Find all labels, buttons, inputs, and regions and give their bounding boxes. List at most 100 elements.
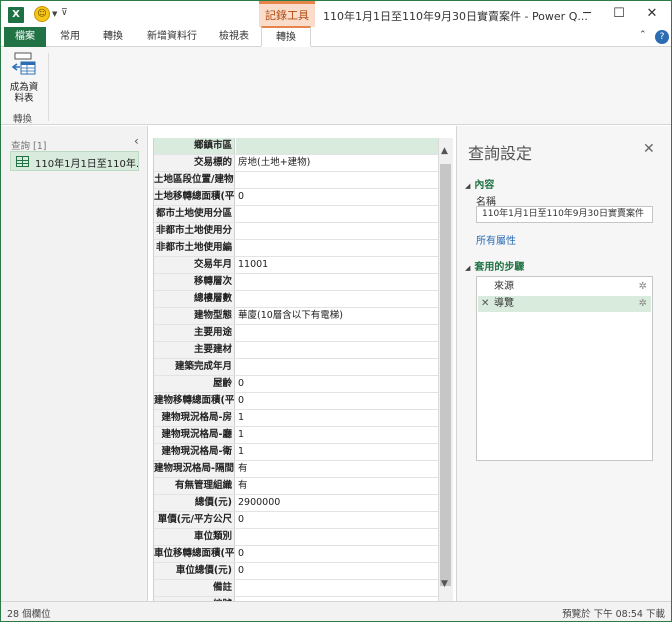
field-value-cell[interactable] (236, 274, 438, 290)
field-value-cell[interactable]: 0 (236, 546, 438, 562)
field-value-cell[interactable] (236, 342, 438, 358)
table-row[interactable]: 建築完成年月 (154, 359, 438, 376)
table-row[interactable]: 車位類別 (154, 529, 438, 546)
step-navigation[interactable]: ✕ 導覽 ✲ (478, 296, 651, 312)
customize-toolbar-icon[interactable]: ⊽ (61, 8, 68, 18)
table-row[interactable]: 總樓層數 (154, 291, 438, 308)
gear-icon[interactable]: ✲ (639, 296, 647, 312)
field-value-cell[interactable] (236, 291, 438, 307)
field-value-cell[interactable]: 有 (236, 461, 438, 477)
gear-icon[interactable]: ✲ (639, 279, 647, 295)
field-value-cell[interactable]: 1 (236, 410, 438, 426)
properties-section[interactable]: ◢ 內容 (465, 176, 494, 191)
settings-title: 查詢設定 (468, 144, 533, 163)
field-value-cell[interactable] (236, 359, 438, 375)
field-value-cell[interactable] (236, 580, 438, 596)
maximize-icon[interactable]: ☐ (608, 5, 630, 23)
properties-section-label: 內容 (474, 180, 495, 191)
field-value-cell[interactable]: 華廈(10層含以下有電梯) (236, 308, 438, 324)
table-row[interactable]: 建物現況格局-隔間有 (154, 461, 438, 478)
step-source[interactable]: 來源 ✲ (478, 279, 651, 295)
query-name-field[interactable]: 110年1月1日至110年9月30日實賣案件 (476, 206, 653, 223)
applied-steps-section[interactable]: ◢ 套用的步驟 (465, 258, 524, 273)
applied-steps-list: 來源 ✲ ✕ 導覽 ✲ (476, 276, 653, 461)
table-row[interactable]: 非都市土地使用分 (154, 223, 438, 240)
field-value-cell[interactable] (236, 325, 438, 341)
tab-home[interactable]: 常用 (53, 27, 87, 47)
contextual-tools-label: 記錄工具 (259, 1, 315, 29)
table-row[interactable]: 屋齡 0 (154, 376, 438, 393)
close-icon[interactable]: ✕ (641, 5, 663, 23)
scroll-down-icon[interactable]: ▼ (441, 579, 448, 589)
table-row[interactable]: 主要用途 (154, 325, 438, 342)
field-value-cell[interactable] (236, 529, 438, 545)
table-row[interactable]: 主要建材 (154, 342, 438, 359)
field-value-cell[interactable]: 0 (236, 393, 438, 409)
field-name-cell: 單價(元/平方公尺 (154, 512, 235, 528)
table-row[interactable]: 交易標的 房地(土地+建物) (154, 155, 438, 172)
scroll-up-icon[interactable]: ▲ (441, 146, 448, 156)
collapse-pane-icon[interactable]: ‹ (134, 134, 139, 148)
field-value-cell[interactable]: 0 (236, 189, 438, 205)
field-value-cell[interactable]: 0 (236, 563, 438, 579)
field-value-cell[interactable] (236, 240, 438, 256)
field-value-cell[interactable] (236, 138, 438, 154)
table-row[interactable]: 建物移轉總面積(平 0 (154, 393, 438, 410)
tab-add-column[interactable]: 新增資料行 (139, 27, 205, 47)
table-row[interactable]: 車位總價(元) 0 (154, 563, 438, 580)
chevron-down-icon[interactable]: ▼ (52, 10, 57, 18)
query-list-item[interactable]: 110年1月1日至110年... (10, 151, 139, 171)
table-row[interactable]: 建物型態 華廈(10層含以下有電梯) (154, 308, 438, 325)
table-row[interactable]: 單價(元/平方公尺 0 (154, 512, 438, 529)
table-row[interactable]: 車位移轉總面積(平 0 (154, 546, 438, 563)
field-value-cell[interactable] (236, 223, 438, 239)
table-row[interactable]: 建物現況格局-房 1 (154, 410, 438, 427)
table-row[interactable]: 都市土地使用分區 (154, 206, 438, 223)
field-name-cell: 移轉層次 (154, 274, 235, 290)
status-bar: 28 個欄位 預覽於 下午 08:54 下載 (1, 601, 671, 621)
help-icon[interactable]: ? (655, 30, 669, 44)
field-value-cell[interactable]: 1 (236, 444, 438, 460)
field-name-cell: 建物移轉總面積(平 (154, 393, 235, 409)
smiley-feedback-icon[interactable]: ☺ (34, 6, 50, 22)
scrollbar-thumb[interactable] (440, 164, 451, 586)
field-value-cell[interactable] (236, 172, 438, 188)
field-value-cell[interactable]: 11001 (236, 257, 438, 273)
field-value-cell[interactable]: 0 (236, 376, 438, 392)
convert-to-table-button[interactable]: 成為資 料表 (5, 52, 43, 104)
collapse-ribbon-icon[interactable]: ⌃ (639, 30, 647, 40)
tab-convert[interactable]: 轉換 (261, 26, 311, 47)
table-row[interactable]: 總價(元) 2900000 (154, 495, 438, 512)
table-row[interactable]: 非都市土地使用編 (154, 240, 438, 257)
table-row[interactable]: 建物現況格局-廳 1 (154, 427, 438, 444)
ribbon-group-label: 轉換 (13, 114, 33, 125)
tab-transform[interactable]: 轉換 (93, 27, 133, 47)
field-value-cell[interactable]: 房地(土地+建物) (236, 155, 438, 171)
field-name-cell: 建物現況格局-房 (154, 410, 235, 426)
tab-view[interactable]: 檢視表 (211, 27, 257, 47)
field-name-cell: 車位移轉總面積(平 (154, 546, 235, 562)
close-icon[interactable]: ✕ (643, 141, 655, 157)
field-value-cell[interactable]: 1 (236, 427, 438, 443)
field-name-cell: 鄉鎮市區 (154, 138, 235, 154)
field-value-cell[interactable]: 2900000 (236, 495, 438, 511)
excel-icon[interactable]: X (8, 7, 24, 23)
tab-file[interactable]: 檔案 (4, 27, 46, 47)
table-row[interactable]: 備註 (154, 580, 438, 597)
table-row[interactable]: 移轉層次 (154, 274, 438, 291)
minimize-icon[interactable]: ─ (576, 5, 598, 23)
table-row[interactable]: 土地移轉總面積(平 0 (154, 189, 438, 206)
field-value-cell[interactable]: 0 (236, 512, 438, 528)
field-value-cell[interactable]: 有 (236, 478, 438, 494)
table-row[interactable]: 有無管理組織有 (154, 478, 438, 495)
record-grid: 鄉鎮市區 交易標的 房地(土地+建物) 土地區段位置/建物 土地移轉總面積(平 0 都市土地… (153, 138, 438, 601)
table-row[interactable]: 鄉鎮市區 (154, 138, 438, 155)
table-row[interactable]: 交易年月 11001 (154, 257, 438, 274)
all-properties-link[interactable]: 所有屬性 (476, 232, 516, 247)
table-row[interactable]: 土地區段位置/建物 (154, 172, 438, 189)
delete-step-icon[interactable]: ✕ (481, 296, 489, 312)
field-value-cell[interactable] (236, 206, 438, 222)
title-bar: X ☺ ▼ ⊽ 記錄工具 110年1月1日至110年9月30日實賣案件 - Po… (1, 1, 671, 29)
table-row[interactable]: 建物現況格局-衛 1 (154, 444, 438, 461)
grid-scrollbar[interactable]: ▲ ▼ (438, 138, 453, 601)
